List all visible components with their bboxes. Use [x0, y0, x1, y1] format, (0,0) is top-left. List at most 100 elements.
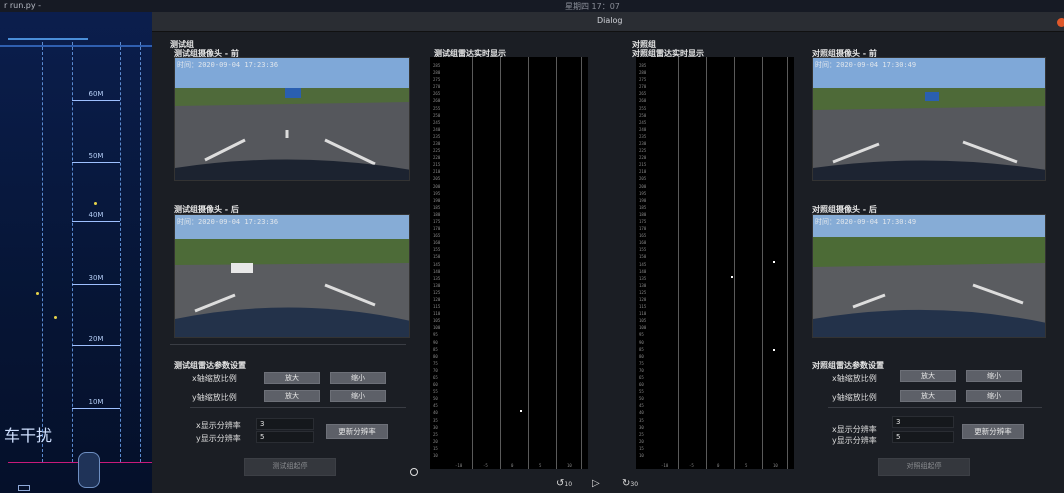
radar-y-tick: 175	[639, 219, 647, 224]
screen: r run.py - 星期四 17：07 60M 50M 40M 30M 20M…	[0, 0, 1064, 493]
radar-y-tick: 280	[433, 70, 441, 76]
radar-y-tick: 240	[433, 126, 441, 132]
y-scale-label: y轴缩放比例	[832, 393, 877, 402]
radar-y-tick: 210	[639, 169, 647, 175]
rewind-icon[interactable]: ↺10	[556, 478, 572, 489]
test-y-zoom-out-button[interactable]: 缩小	[330, 390, 386, 402]
test-y-resolution-input[interactable]: 5	[256, 431, 314, 443]
radar-y-tick: 160	[639, 240, 647, 246]
test-update-resolution-button[interactable]: 更新分辨率	[326, 424, 388, 439]
lane-line	[140, 42, 141, 462]
radar-y-tick: 80	[639, 353, 644, 359]
radar-y-tick: 75	[639, 360, 644, 366]
control-x-zoom-out-button[interactable]: 缩小	[966, 370, 1022, 382]
divider	[828, 407, 1042, 408]
radar-x-tick: -10	[455, 463, 463, 468]
test-radar-display: 285 280 275 270 265 260 255 250 245 240 235 230 225 2…	[430, 57, 588, 469]
control-y-resolution-input[interactable]: 5	[892, 431, 954, 443]
close-icon[interactable]	[1057, 18, 1064, 27]
radar-grid-line	[472, 57, 473, 469]
test-x-zoom-out-button[interactable]: 缩小	[330, 372, 386, 384]
radar-y-tick: 30	[639, 424, 644, 430]
test-start-stop-button[interactable]: 测试组起停	[244, 458, 336, 476]
forward-seconds: 30	[630, 481, 639, 488]
radar-x-tick: -5	[689, 463, 694, 468]
radar-y-tick: 150	[639, 254, 647, 260]
radar-y-tick: 180	[639, 211, 647, 217]
radar-y-tick: 55	[639, 389, 644, 395]
radar-y-tick: 10	[639, 453, 644, 458]
control-x-resolution-input[interactable]: 3	[892, 416, 954, 428]
dialog-window: Dialog 测试组 测试组摄像头 - 前 时间：2020-09-04 17:2…	[152, 12, 1064, 493]
radar-y-tick: 285	[639, 63, 647, 68]
radar-grid-line	[500, 57, 501, 469]
radar-y-tick: 275	[433, 77, 441, 83]
radar-y-tick: 140	[639, 268, 647, 274]
radar-y-tick: 195	[433, 190, 441, 196]
radar-y-tick: 60	[433, 382, 438, 388]
radar-y-tick: 235	[639, 133, 647, 139]
radar-grid-line	[734, 57, 735, 469]
road-image	[175, 215, 409, 337]
radar-y-tick: 155	[433, 247, 441, 253]
radar-grid-line	[528, 57, 529, 469]
control-front-camera-view: 时间：2020-09-04 17:30:49	[812, 57, 1046, 181]
radar-y-tick: 265	[433, 91, 441, 97]
radar-y-tick: 105	[433, 318, 441, 324]
test-front-camera-view: 时间：2020-09-04 17:23:36	[174, 57, 410, 181]
radar-y-tick: 215	[433, 162, 441, 168]
control-update-resolution-button[interactable]: 更新分辨率	[962, 424, 1024, 439]
road-image	[813, 215, 1045, 337]
control-y-zoom-in-button[interactable]: 放大	[900, 390, 956, 402]
radar-y-tick: 260	[639, 98, 647, 104]
radar-y-tick: 85	[639, 346, 644, 352]
radar-x-tick: -10	[661, 463, 669, 468]
radar-y-tick: 255	[639, 105, 647, 111]
radar-y-tick: 60	[639, 382, 644, 388]
header-line	[0, 45, 152, 47]
test-y-zoom-in-button[interactable]: 放大	[264, 390, 320, 402]
road-image	[175, 58, 409, 180]
distance-tick: 20M	[72, 333, 120, 346]
control-y-zoom-out-button[interactable]: 缩小	[966, 390, 1022, 402]
radar-y-tick: 70	[433, 367, 438, 373]
control-rear-camera-view: 时间：2020-09-04 17:30:49	[812, 214, 1046, 338]
background-lane-app: 60M 50M 40M 30M 20M 10M 车干扰	[0, 12, 152, 493]
radar-y-tick: 20	[639, 438, 644, 444]
radar-y-tick: 205	[433, 176, 441, 182]
radar-y-tick: 250	[433, 112, 441, 118]
radar-y-tick: 175	[433, 219, 441, 224]
radar-x-tick: 5	[745, 463, 748, 468]
radar-y-tick: 190	[639, 197, 647, 203]
radar-y-tick: 65	[433, 375, 438, 380]
radar-y-tick: 200	[433, 183, 441, 189]
radar-y-tick: 180	[433, 211, 441, 217]
distance-tick: 30M	[72, 272, 120, 285]
radar-y-tick: 90	[639, 339, 644, 345]
radar-y-tick: 150	[433, 254, 441, 260]
forward-icon[interactable]: ↻30	[622, 478, 638, 489]
control-x-zoom-in-button[interactable]: 放大	[900, 370, 956, 382]
slider-handle[interactable]	[410, 468, 418, 476]
radar-y-tick: 165	[433, 233, 441, 239]
control-start-stop-button[interactable]: 对照组起停	[878, 458, 970, 476]
radar-y-tick: 220	[433, 155, 441, 161]
control-radar-display: 285 280 275 270 265 260 255 250 245 240 235 230 225 2…	[636, 57, 794, 469]
distance-tick: 50M	[72, 150, 120, 163]
radar-y-tick: 250	[639, 112, 647, 118]
radar-y-tick: 185	[639, 204, 647, 210]
ego-car-icon	[78, 452, 100, 488]
radar-y-tick: 245	[433, 119, 441, 125]
x-resolution-label: x显示分辨率	[832, 425, 877, 434]
test-x-zoom-in-button[interactable]: 放大	[264, 372, 320, 384]
test-x-resolution-input[interactable]: 3	[256, 418, 314, 430]
radar-y-tick: 240	[639, 126, 647, 132]
x-scale-label: x轴缩放比例	[832, 374, 877, 383]
radar-y-tick: 285	[433, 63, 441, 68]
radar-y-tick: 130	[433, 282, 441, 288]
radar-y-tick: 170	[639, 226, 647, 232]
radar-y-tick: 280	[639, 70, 647, 76]
play-icon[interactable]: ▷	[592, 478, 600, 489]
radar-y-tick: 30	[433, 424, 438, 430]
radar-y-tick: 100	[639, 325, 647, 331]
